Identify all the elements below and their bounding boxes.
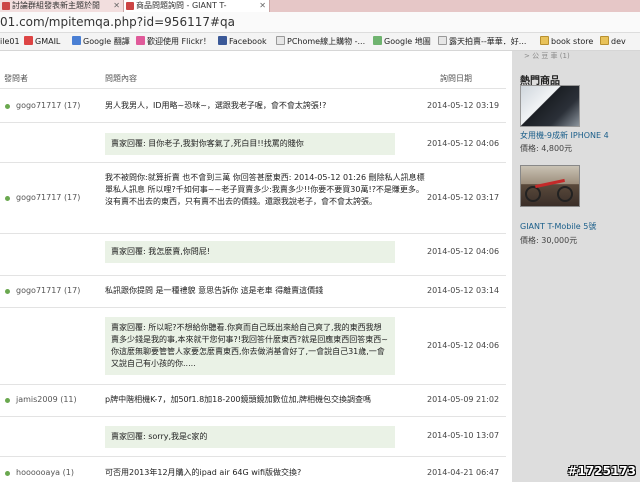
status-dot-icon: [5, 471, 10, 476]
question-text: 私訊跟你提問 是一種禮貌 意思告訴你 這是老車 得離賣這價錢: [105, 286, 324, 295]
question-date: 2014-05-12 03:14: [427, 286, 500, 295]
item-name-link[interactable]: 女用機-9成新 IPHONE 4: [520, 130, 609, 141]
site-favicon-icon: [2, 2, 10, 10]
browser-tab-1[interactable]: 討論群組發表新主題於閒 ✕: [0, 0, 124, 12]
bookmark-folder-book-store[interactable]: book store: [540, 36, 593, 48]
question-text: p牌中階相機K-7，加50f1.8加18-200鏡頭鏡加數位加,牌相機包交換調查…: [105, 395, 372, 404]
facebook-icon: [218, 36, 227, 45]
translate-icon: [72, 36, 81, 45]
tab-label: 商品問題詢問 - GIANT T-: [136, 1, 227, 10]
divider: [0, 88, 506, 89]
bookmark-google-maps[interactable]: Google 地圖: [373, 36, 431, 48]
header-content: 問題內容: [105, 74, 137, 83]
status-dot-icon: [5, 104, 10, 109]
gmail-icon: [24, 36, 33, 45]
status-dot-icon: [5, 398, 10, 403]
question-text: 可否用2013年12月購入的ipad air 64G wifi版做交換?: [105, 468, 302, 477]
seller-reply: 賣家回覆: 我怎麼賣,你問屁!: [105, 241, 395, 263]
reply-date: 2014-05-12 04:06: [427, 341, 500, 350]
divider: [0, 122, 506, 123]
address-bar[interactable]: 01.com/mpitemqa.php?id=956117#qa: [0, 12, 640, 33]
site-favicon-icon: [126, 2, 134, 10]
divider: [0, 384, 506, 385]
bookmarks-bar: ile01 GMAIL Google 翻譯 歡迎使用 Flickr！ Faceb…: [0, 33, 640, 51]
asker-link[interactable]: gogo71717 (17): [16, 101, 80, 110]
header-asker: 發問者: [4, 74, 28, 83]
reply-date: 2014-05-10 13:07: [427, 431, 500, 440]
tab-label: 討論群組發表新主題於閒: [12, 1, 100, 10]
hot-items-sidebar: > 公 豆 車 (1) 熱門商品 女用機-9成新 IPHONE 4 價格: 4,…: [512, 51, 640, 482]
status-dot-icon: [5, 289, 10, 294]
bookmark-flickr[interactable]: 歡迎使用 Flickr！: [136, 36, 211, 48]
divider: [0, 456, 506, 457]
seller-reply: 賣家回覆: 所以呢?不想給你聽看.你爽而自己既出來給自己爽了,我的東西我想賣多少…: [105, 317, 395, 375]
folder-icon: [600, 36, 609, 45]
folder-icon: [540, 36, 549, 45]
close-icon[interactable]: ✕: [113, 0, 120, 12]
question-date: 2014-04-21 06:47: [427, 468, 500, 477]
tab-strip: 討論群組發表新主題於閒 ✕ 商品問題詢問 - GIANT T- ✕: [0, 0, 640, 12]
bookmark-pchome[interactable]: PChome線上購物 -...: [276, 36, 365, 48]
close-icon[interactable]: ✕: [259, 0, 266, 12]
bicycle-photo[interactable]: [520, 165, 580, 207]
divider: [0, 275, 506, 276]
bookmark-gmail[interactable]: GMAIL: [24, 36, 60, 48]
watermark: #1725173: [567, 464, 636, 478]
phone-photo[interactable]: [520, 85, 580, 127]
question-text: 男人我男人，ID用略~恐咪~，選跟我老子喔，會不會太誇張!?: [105, 101, 327, 110]
page-icon: [438, 36, 447, 45]
bookmark-item[interactable]: ile01: [0, 36, 20, 48]
question-text: 我不被問你:就算折賣 也不會到三萬 你回答甚麼東西: 2014-05-12 01…: [105, 173, 425, 206]
asker-link[interactable]: gogo71717 (17): [16, 286, 80, 295]
map-icon: [373, 36, 382, 45]
reply-date: 2014-05-12 04:06: [427, 247, 500, 256]
bookmark-folder-dev[interactable]: dev: [600, 36, 626, 48]
browser-tab-2[interactable]: 商品問題詢問 - GIANT T- ✕: [124, 0, 270, 12]
asker-link[interactable]: hoooooaya (1): [16, 468, 74, 477]
bookmark-google-translate[interactable]: Google 翻譯: [72, 36, 130, 48]
divider: [0, 307, 506, 308]
question-date: 2014-05-12 03:17: [427, 193, 500, 202]
flickr-icon: [136, 36, 145, 45]
url-text[interactable]: 01.com/mpitemqa.php?id=956117#qa: [0, 14, 235, 30]
bookmark-facebook[interactable]: Facebook: [218, 36, 267, 48]
seller-reply: 賣家回覆: sorry,我是c家的: [105, 426, 395, 448]
asker-link[interactable]: jamis2009 (11): [16, 395, 77, 404]
item-name-link[interactable]: GIANT T-Mobile 5號: [520, 221, 596, 232]
divider: [0, 416, 506, 417]
asker-link[interactable]: gogo71717 (17): [16, 193, 80, 202]
page-icon: [276, 36, 285, 45]
divider: [0, 233, 506, 234]
header-date: 詢問日期: [440, 74, 472, 83]
question-date: 2014-05-12 03:19: [427, 101, 500, 110]
item-price: 價格: 4,800元: [520, 144, 573, 153]
reply-date: 2014-05-12 04:06: [427, 139, 500, 148]
status-dot-icon: [5, 196, 10, 201]
bookmark-ruten[interactable]: 露天拍賣--華華．好...: [438, 36, 526, 48]
sidebar-top-text: > 公 豆 車 (1): [524, 52, 570, 60]
divider: [0, 162, 506, 163]
page-content: 發問者 問題內容 詢問日期 gogo71717 (17) 男人我男人，ID用略~…: [0, 51, 640, 482]
question-date: 2014-05-09 21:02: [427, 395, 500, 404]
item-price: 價格: 30,000元: [520, 236, 578, 245]
seller-reply: 賣家回覆: 目你老子,我對你客氣了,死白目!!找罵的賤你: [105, 133, 395, 155]
